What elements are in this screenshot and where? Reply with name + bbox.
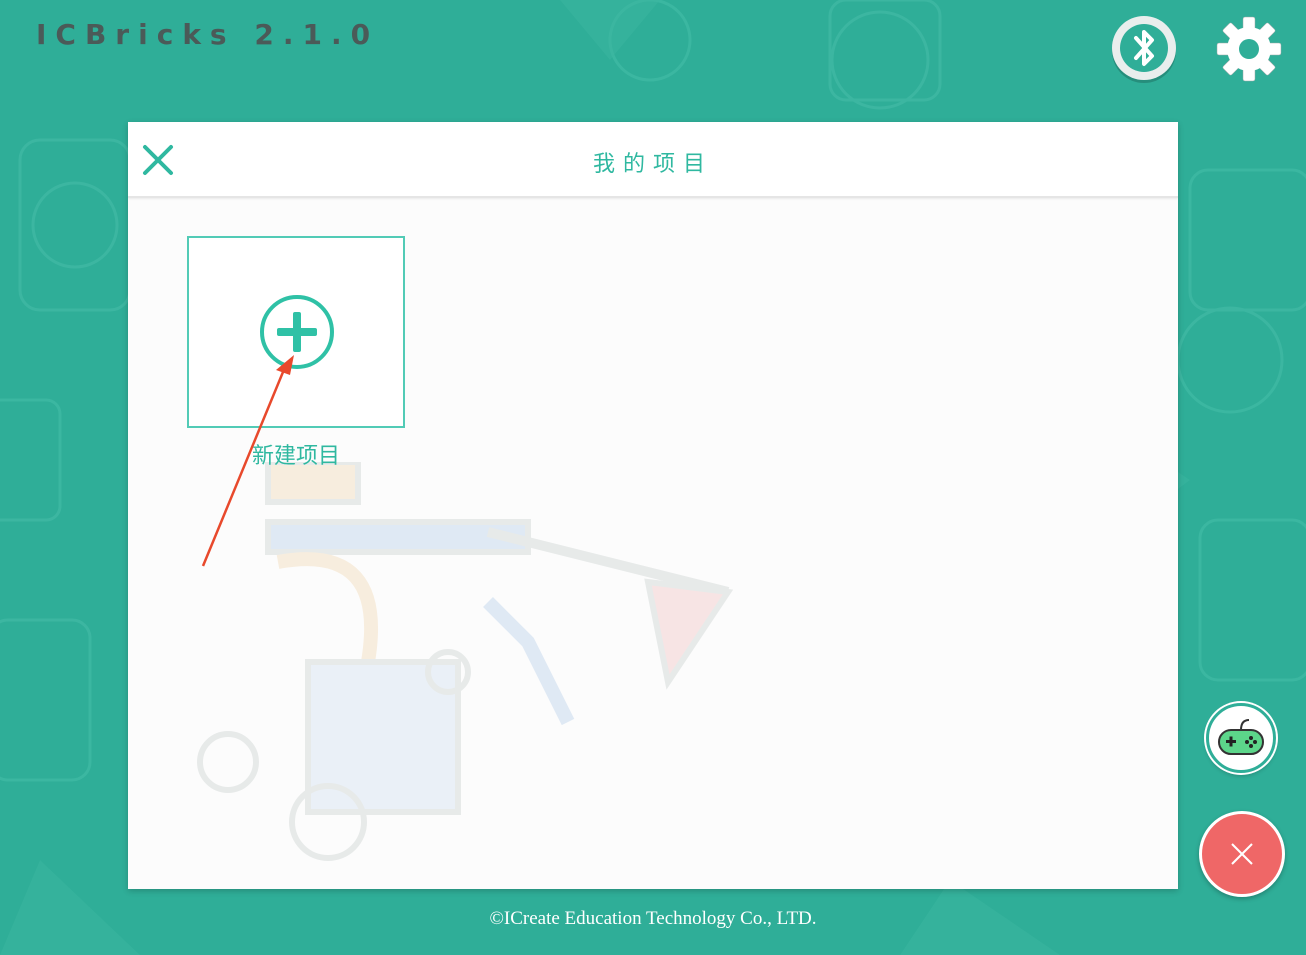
dialog-header: 我的项目 [128,122,1178,198]
new-project-card[interactable] [187,236,405,428]
robot-watermark [197,462,734,861]
settings-button[interactable] [1214,14,1284,84]
my-projects-dialog: 我的项目 新建项目 [128,122,1178,889]
gamepad-button[interactable] [1206,703,1276,773]
bluetooth-icon [1120,24,1168,72]
new-project-label: 新建项目 [251,444,340,469]
dialog-title: 我的项目 [592,152,713,177]
floating-close-button[interactable] [1199,811,1285,897]
plus-circle-icon [260,295,334,369]
app-title: ICBricks 2.1.0 [36,18,380,51]
copyright-footer: ©ICreate Education Technology Co., LTD. [489,908,817,929]
close-icon [1231,843,1253,865]
bluetooth-button[interactable] [1112,16,1176,80]
gear-icon [1216,16,1282,82]
gamepad-icon [1218,719,1264,755]
